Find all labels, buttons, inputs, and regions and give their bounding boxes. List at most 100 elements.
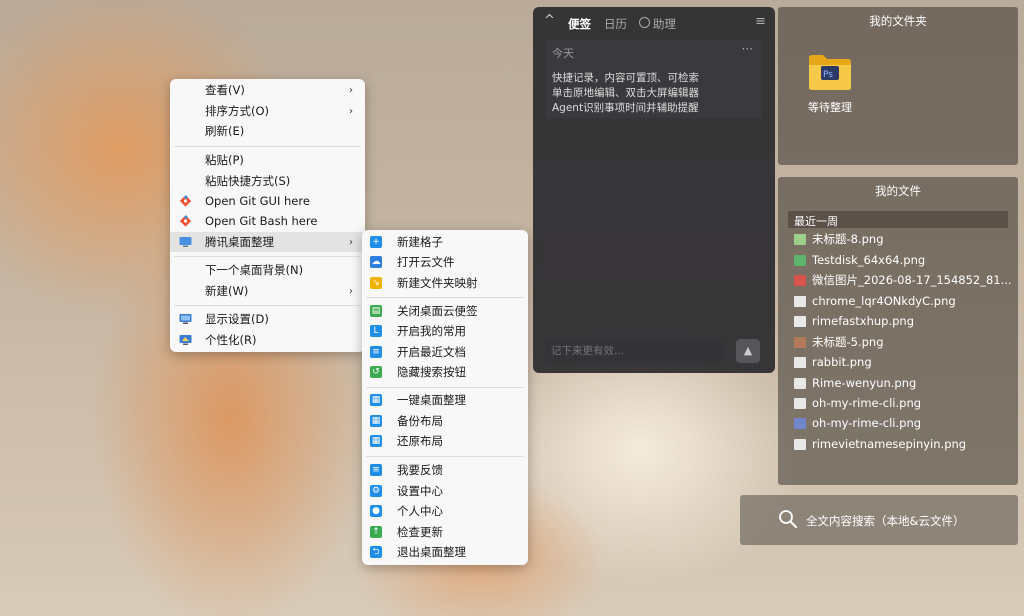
panel-menu-icon[interactable]: ≡: [755, 14, 766, 29]
menu-item-label: Open Git GUI here: [205, 194, 310, 208]
menu-item-git-gui[interactable]: Open Git GUI here: [170, 191, 365, 211]
tab-assistant[interactable]: 助理: [653, 16, 676, 32]
submenu-item-close-notes[interactable]: ▤ 关闭桌面云便签: [362, 301, 528, 321]
panel-title: 我的文件夹: [869, 14, 927, 28]
submenu-item-restore-layout[interactable]: ▦ 还原布局: [362, 431, 528, 451]
note-more-icon[interactable]: ···: [742, 42, 753, 56]
git-icon: [179, 195, 192, 207]
menu-separator: [366, 297, 524, 298]
notes-panel: ^ 便签 日历 助理 ≡ 今天 ··· 快捷记录，内容可置顶、可检索 单击原地编…: [533, 7, 775, 373]
submenu-item-label: 退出桌面整理: [397, 545, 466, 559]
submenu-item-folder-mapping[interactable]: ↘ 新建文件夹映射: [362, 273, 528, 293]
submenu-item-open-cloud[interactable]: ☁ 打开云文件: [362, 252, 528, 272]
folder-item[interactable]: Ps 等待整理: [800, 52, 860, 122]
menu-item-tencent-desktop[interactable]: 腾讯桌面整理 ›: [170, 232, 365, 252]
submenu-item-one-click-organize[interactable]: ▦ 一键桌面整理: [362, 390, 528, 410]
file-item[interactable]: Testdisk_64x64.png: [794, 251, 925, 269]
menu-item-sort[interactable]: 排序方式(O) ›: [170, 101, 365, 121]
fulltext-search-button[interactable]: 全文内容搜索（本地&云文件）: [740, 495, 1018, 545]
file-name: oh-my-rime-cli.png: [812, 396, 922, 410]
menu-item-git-bash[interactable]: Open Git Bash here: [170, 211, 365, 231]
menu-separator: [174, 256, 361, 257]
git-icon: [179, 215, 192, 227]
grid-icon: ▦: [370, 394, 382, 406]
file-item[interactable]: Rime-wenyun.png: [794, 374, 916, 392]
personalize-icon: [179, 335, 192, 345]
file-name: 微信图片_2026-08-17_154852_81...: [812, 273, 1012, 287]
submenu-item-exit[interactable]: ⮌ 退出桌面整理: [362, 542, 528, 562]
menu-item-next-background[interactable]: 下一个桌面背景(N): [170, 260, 365, 280]
image-file-icon: [794, 233, 806, 245]
note-icon: ▤: [370, 305, 382, 317]
submenu-item-recent-docs[interactable]: ≡ 开启最近文档: [362, 342, 528, 362]
file-item[interactable]: rabbit.png: [794, 353, 872, 371]
section-label: 最近一周: [794, 215, 838, 228]
menu-item-label: 排序方式(O): [205, 104, 270, 118]
image-file-icon: [794, 438, 806, 450]
submenu-item-label: 新建格子: [397, 235, 443, 249]
search-icon: [779, 510, 797, 528]
submenu-item-feedback[interactable]: ≡ 我要反馈: [362, 460, 528, 480]
update-icon: ↑: [370, 526, 382, 538]
collapse-icon[interactable]: ^: [544, 13, 555, 28]
note-line: 单击原地编辑、双击大屏编辑器: [552, 87, 699, 99]
file-item[interactable]: 未标题-8.png: [794, 230, 884, 248]
file-item[interactable]: 微信图片_2026-08-17_154852_81...: [794, 271, 1012, 289]
send-button[interactable]: ▲: [736, 339, 760, 363]
divider: [533, 329, 775, 330]
menu-item-view[interactable]: 查看(V) ›: [170, 80, 365, 100]
image-file-icon: [794, 336, 806, 348]
folder-name: 等待整理: [808, 101, 852, 114]
submenu-item-frequent[interactable]: L 开启我的常用: [362, 321, 528, 341]
menu-item-display-settings[interactable]: 显示设置(D): [170, 309, 365, 329]
submenu-item-label: 关闭桌面云便签: [397, 304, 478, 318]
image-file-icon: [794, 417, 806, 429]
hide-icon: ↺: [370, 366, 382, 378]
file-item[interactable]: rimefastxhup.png: [794, 312, 914, 330]
file-item[interactable]: 未标题-5.png: [794, 333, 884, 351]
monitor-icon: [179, 237, 192, 247]
submenu-item-new-grid[interactable]: + 新建格子: [362, 232, 528, 252]
image-file-icon: [794, 315, 806, 327]
folder-icon: Ps: [809, 55, 851, 90]
restore-icon: ▦: [370, 435, 382, 447]
note-card[interactable]: 今天 ··· 快捷记录，内容可置顶、可检索 单击原地编辑、双击大屏编辑器 Age…: [545, 40, 762, 118]
menu-item-paste[interactable]: 粘贴(P): [170, 150, 365, 170]
submenu-item-hide-search[interactable]: ↺ 隐藏搜索按钮: [362, 362, 528, 382]
menu-item-label: 新建(W): [205, 284, 249, 298]
section-header: 最近一周: [788, 211, 1008, 228]
menu-item-label: 粘贴(P): [205, 153, 244, 167]
submenu-item-backup-layout[interactable]: ▦ 备份布局: [362, 411, 528, 431]
star-list-icon: L: [370, 325, 382, 337]
submenu-item-settings[interactable]: ⚙ 设置中心: [362, 481, 528, 501]
submenu-item-label: 一键桌面整理: [397, 393, 466, 407]
submenu-item-check-update[interactable]: ↑ 检查更新: [362, 522, 528, 542]
tencent-desktop-submenu: + 新建格子 ☁ 打开云文件 ↘ 新建文件夹映射 ▤ 关闭桌面云便签 L 开启我…: [362, 230, 528, 565]
folder-link-icon: ↘: [370, 277, 382, 289]
file-item[interactable]: oh-my-rime-cli.png: [794, 414, 921, 432]
submenu-item-profile[interactable]: ● 个人中心: [362, 501, 528, 521]
file-name: Rime-wenyun.png: [812, 376, 917, 390]
file-item[interactable]: oh-my-rime-cli.png: [794, 394, 921, 412]
svg-text:Ps: Ps: [823, 70, 833, 80]
note-input[interactable]: [545, 339, 723, 363]
menu-item-new[interactable]: 新建(W) ›: [170, 281, 365, 301]
menu-item-label: 显示设置(D): [205, 312, 269, 326]
tab-calendar[interactable]: 日历: [604, 16, 627, 32]
file-item[interactable]: chrome_lqr4ONkdyC.png: [794, 292, 956, 310]
panel-title: 我的文件: [875, 184, 921, 198]
menu-item-refresh[interactable]: 刷新(E): [170, 121, 365, 141]
menu-item-personalize[interactable]: 个性化(R): [170, 330, 365, 350]
user-icon: ●: [370, 505, 382, 517]
file-name: rabbit.png: [812, 355, 872, 369]
menu-separator: [174, 305, 361, 306]
file-name: oh-my-rime-cli.png: [812, 416, 922, 430]
menu-item-paste-shortcut[interactable]: 粘贴快捷方式(S): [170, 171, 365, 191]
tab-notes[interactable]: 便签: [568, 16, 591, 32]
file-name: 未标题-8.png: [812, 232, 884, 246]
file-item[interactable]: rimevietnamesepinyin.png: [794, 435, 966, 453]
menu-item-label: Open Git Bash here: [205, 214, 318, 228]
submenu-item-label: 隐藏搜索按钮: [397, 365, 466, 379]
note-line: 快捷记录，内容可置顶、可检索: [552, 72, 699, 84]
image-file-icon: [794, 254, 806, 266]
